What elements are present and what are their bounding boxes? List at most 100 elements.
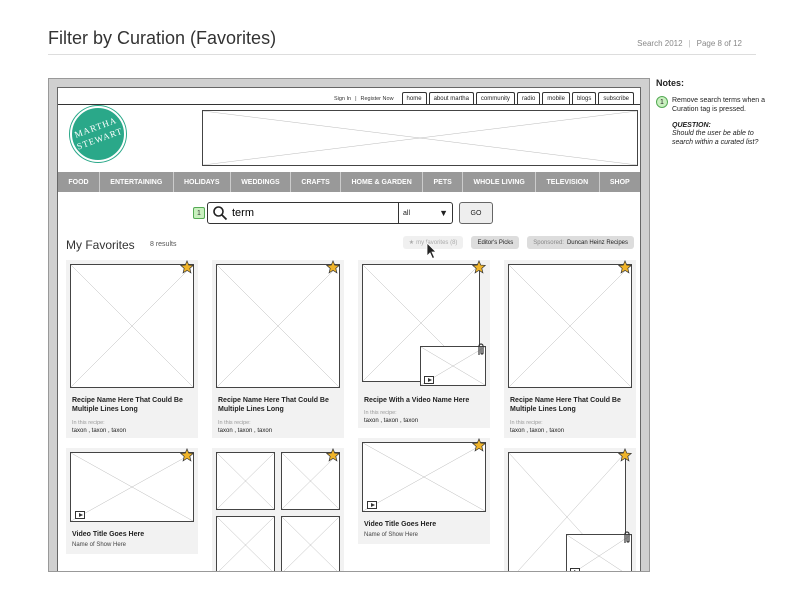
video-card[interactable]: Video Title Goes Here Name of Show Here	[358, 438, 490, 544]
page-meta: Search 2012 | Page 8 of 12	[637, 39, 742, 48]
nav-holidays[interactable]: HOLIDAYS	[174, 172, 231, 192]
play-icon[interactable]	[367, 501, 377, 509]
recipe-title[interactable]: Recipe Name Here That Could Be Multiple …	[510, 396, 634, 415]
tab-radio[interactable]: radio	[516, 92, 541, 104]
favorite-star-icon[interactable]	[180, 448, 194, 462]
tab-about-martha[interactable]: about martha	[428, 92, 474, 104]
recipe-taxons: taxon , taxon , taxon	[218, 428, 273, 434]
gallery-image-placeholder	[216, 516, 275, 571]
project-name: Search 2012	[637, 39, 683, 48]
placeholder-cross	[509, 265, 631, 387]
placeholder-cross	[217, 265, 339, 387]
favorite-star-icon[interactable]	[472, 260, 486, 274]
title-divider	[48, 54, 756, 55]
recipe-taxons: taxon , taxon , taxon	[364, 418, 419, 424]
sponsored-name: Duncan Heinz Recipes	[566, 239, 628, 246]
show-name: Name of Show Here	[72, 542, 127, 548]
nav-crafts[interactable]: CRAFTS	[291, 172, 342, 192]
favorite-star-icon[interactable]	[180, 260, 194, 274]
ad-banner-placeholder	[202, 110, 638, 166]
utility-bar: Sign In | Register Now home about martha…	[334, 90, 634, 104]
search-scope-select[interactable]: all ▼	[398, 203, 452, 223]
notes-title: Notes:	[656, 78, 685, 88]
nav-pets[interactable]: PETS	[423, 172, 464, 192]
sign-in-link[interactable]: Sign In	[334, 96, 351, 102]
play-icon[interactable]	[75, 511, 85, 519]
video-title[interactable]: Video Title Goes Here	[364, 520, 436, 529]
recipe-image-placeholder	[508, 264, 632, 388]
favorite-star-icon[interactable]	[326, 260, 340, 274]
register-link[interactable]: Register Now	[361, 96, 394, 102]
placeholder-cross	[217, 453, 274, 509]
editors-picks-filter[interactable]: Editor's Picks	[471, 236, 520, 249]
notes-panel: Notes: 1 Remove search terms when a Cura…	[656, 78, 766, 147]
recipe-sub-label: In this recipe:	[364, 410, 397, 416]
placeholder-cross	[203, 111, 637, 165]
nav-weddings[interactable]: WEDDINGS	[231, 172, 292, 192]
recipe-taxons: taxon , taxon , taxon	[510, 428, 565, 434]
gallery-card[interactable]	[212, 448, 344, 572]
search-input[interactable]	[228, 203, 398, 223]
nav-whole-living[interactable]: WHOLE LIVING	[463, 172, 537, 192]
favorite-star-icon[interactable]	[472, 438, 486, 452]
results-count: 8 results	[150, 241, 177, 248]
recipe-title[interactable]: Recipe Name Here That Could Be Multiple …	[72, 396, 196, 415]
martha-stewart-logo[interactable]: MARTHA STEWART	[70, 106, 126, 162]
nav-food[interactable]: FOOD	[58, 172, 100, 192]
note-number: 1	[656, 96, 668, 108]
recipe-video-card[interactable]	[504, 448, 636, 571]
recipe-image-placeholder	[216, 264, 340, 388]
sponsored-prefix: Sponsored:	[533, 239, 564, 246]
wireframe-page: Filter by Curation (Favorites) Search 20…	[0, 0, 792, 612]
play-icon[interactable]	[424, 376, 434, 384]
recipe-sub-label: In this recipe:	[510, 420, 543, 426]
note-text: Remove search terms when a Curation tag …	[672, 97, 765, 114]
recipe-sub-label: In this recipe:	[218, 420, 251, 426]
mouse-cursor-icon	[426, 242, 437, 260]
nav-home-garden[interactable]: HOME & GARDEN	[341, 172, 424, 192]
favorite-star-icon[interactable]	[618, 260, 632, 274]
recipe-title[interactable]: Recipe With a Video Name Here	[364, 396, 488, 405]
placeholder-cross	[282, 517, 339, 572]
scope-value: all	[403, 209, 411, 217]
recipe-card[interactable]: Recipe Name Here That Could Be Multiple …	[212, 260, 344, 438]
tab-mobile[interactable]: mobile	[542, 92, 570, 104]
tab-subscribe[interactable]: subscribe	[598, 92, 634, 104]
recipe-taxons: taxon , taxon , taxon	[72, 428, 127, 434]
search-row: 1 all ▼ GO	[193, 202, 493, 224]
recipe-card[interactable]: Recipe Name Here That Could Be Multiple …	[66, 260, 198, 438]
recipe-card[interactable]: Recipe Name Here That Could Be Multiple …	[504, 260, 636, 438]
video-thumbnail-placeholder[interactable]	[70, 452, 194, 522]
tab-blogs[interactable]: blogs	[571, 92, 597, 104]
play-icon[interactable]	[570, 568, 580, 571]
go-button[interactable]: GO	[459, 202, 493, 224]
link-separator: |	[355, 96, 357, 102]
paperclip-icon	[624, 531, 630, 543]
page-title: Filter by Curation (Favorites)	[48, 28, 277, 48]
tab-home[interactable]: home	[401, 92, 427, 104]
recipe-title[interactable]: Recipe Name Here That Could Be Multiple …	[218, 396, 342, 415]
chevron-down-icon: ▼	[439, 208, 448, 218]
note-item: 1 Remove search terms when a Curation ta…	[656, 96, 766, 114]
placeholder-cross	[363, 443, 485, 511]
meta-separator: |	[688, 39, 691, 48]
video-card[interactable]: Video Title Goes Here Name of Show Here	[66, 448, 198, 554]
search-icon	[213, 206, 228, 221]
sponsored-filter[interactable]: Sponsored: Duncan Heinz Recipes	[527, 236, 634, 249]
annotation-badge: 1	[193, 207, 205, 219]
star-icon: ★	[408, 240, 415, 246]
video-title[interactable]: Video Title Goes Here	[72, 530, 144, 539]
recipe-image-placeholder	[70, 264, 194, 388]
recipe-video-card[interactable]: Recipe With a Video Name Here In this re…	[358, 260, 490, 428]
site-tabs: home about martha community radio mobile…	[400, 92, 634, 104]
favorite-star-icon[interactable]	[618, 448, 632, 462]
nav-television[interactable]: TELEVISION	[536, 172, 600, 192]
placeholder-cross	[71, 265, 193, 387]
favorite-star-icon[interactable]	[326, 448, 340, 462]
nav-shop[interactable]: SHOP	[600, 172, 640, 192]
category-nav: FOOD ENTERTAINING HOLIDAYS WEDDINGS CRAF…	[58, 172, 640, 192]
tab-community[interactable]: community	[475, 92, 515, 104]
video-thumbnail-placeholder[interactable]	[362, 442, 486, 512]
nav-entertaining[interactable]: ENTERTAINING	[100, 172, 174, 192]
header-divider	[58, 104, 640, 105]
